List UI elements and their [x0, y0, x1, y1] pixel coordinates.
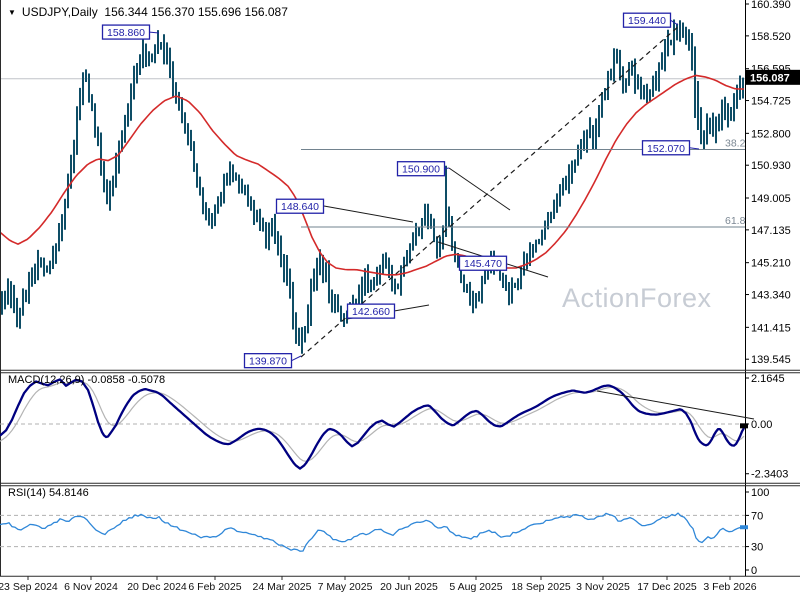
- rsi-axis-label: 70: [751, 510, 763, 522]
- price-label-text: 139.870: [249, 356, 287, 368]
- price-axis-label: 154.725: [751, 96, 791, 108]
- price-label-text: 150.900: [402, 164, 440, 176]
- macd-axis-label: 2.1645: [751, 373, 785, 385]
- fib-level-label: 61.8: [725, 215, 746, 227]
- price-axis-label: 139.545: [751, 354, 791, 366]
- price-axis-label: 150.930: [751, 160, 791, 172]
- date-axis-label: 23 Sep 2024: [0, 581, 58, 593]
- date-axis-label: 7 May 2025: [318, 581, 373, 593]
- price-axis-label: 158.520: [751, 31, 791, 43]
- date-axis-label: 3 Feb 2026: [703, 581, 756, 593]
- trendline: [323, 205, 414, 223]
- symbol-ohlc-title: USDJPY,Daily 156.344 156.370 155.696 156…: [21, 5, 288, 19]
- date-axis-label: 6 Feb 2025: [188, 581, 241, 593]
- date-axis-label: 6 Nov 2024: [64, 581, 118, 593]
- price-axis-label: 160.390: [751, 0, 791, 11]
- date-axis-label: 5 Aug 2025: [449, 581, 502, 593]
- rsi-axis-label: 0: [751, 565, 757, 577]
- price-label-text: 152.070: [647, 143, 685, 155]
- trendline: [448, 167, 511, 211]
- price-axis-label: 152.800: [751, 128, 791, 140]
- moving-average-line: [0, 74, 744, 276]
- date-axis-label: 17 Dec 2025: [637, 581, 697, 593]
- price-axis-label: 141.415: [751, 322, 791, 334]
- watermark: ActionForex: [562, 283, 712, 313]
- rsi-current-marker: [740, 525, 748, 530]
- chart-title-bar: ▼ USDJPY,Daily 156.344 156.370 155.696 15…: [8, 5, 288, 19]
- price-label-text: 145.470: [464, 258, 502, 270]
- rsi-axis-label: 100: [751, 487, 769, 499]
- price-axis-label: 145.210: [751, 258, 791, 270]
- price-label-leader: [444, 167, 450, 170]
- macd-axis-label: -2.3403: [751, 469, 788, 481]
- macd-label: MACD(12,26,9) -0.0858 -0.5078: [8, 374, 166, 386]
- price-axis-label: 143.340: [751, 290, 791, 302]
- price-label-text: 148.640: [281, 201, 319, 213]
- price-label-leader: [689, 147, 700, 150]
- macd-signal-line: [0, 381, 745, 462]
- price-label-leader: [291, 355, 302, 362]
- rsi-line: [0, 512, 745, 552]
- current-price-label: 156.087: [750, 72, 790, 84]
- macd-current-marker: [740, 423, 748, 429]
- fib-level-label: 38.2: [725, 138, 746, 150]
- date-axis-label: 24 Mar 2025: [253, 581, 312, 593]
- macd-axis-label: 0.00: [751, 419, 772, 431]
- price-label-text: 158.860: [107, 27, 145, 39]
- date-axis-label: 18 Sep 2025: [511, 581, 571, 593]
- price-axis-label: 147.135: [751, 225, 791, 237]
- rsi-axis-label: 30: [751, 542, 763, 554]
- price-axis-label: 149.005: [751, 193, 791, 205]
- date-axis-label: 3 Nov 2025: [576, 581, 630, 593]
- chart-window: 38.2 61.8 160.390 158.520 156.595 154.725 152.…: [0, 0, 800, 600]
- price-label-text: 159.440: [628, 15, 666, 27]
- symbol-dropdown-icon[interactable]: ▼: [8, 8, 16, 17]
- price-label-text: 142.660: [352, 306, 390, 318]
- date-axis-label: 20 Dec 2024: [127, 581, 187, 593]
- rsi-label: RSI(14) 54.8146: [8, 487, 89, 499]
- macd-trendline: [596, 390, 755, 420]
- date-axis-label: 20 Jun 2025: [380, 581, 438, 593]
